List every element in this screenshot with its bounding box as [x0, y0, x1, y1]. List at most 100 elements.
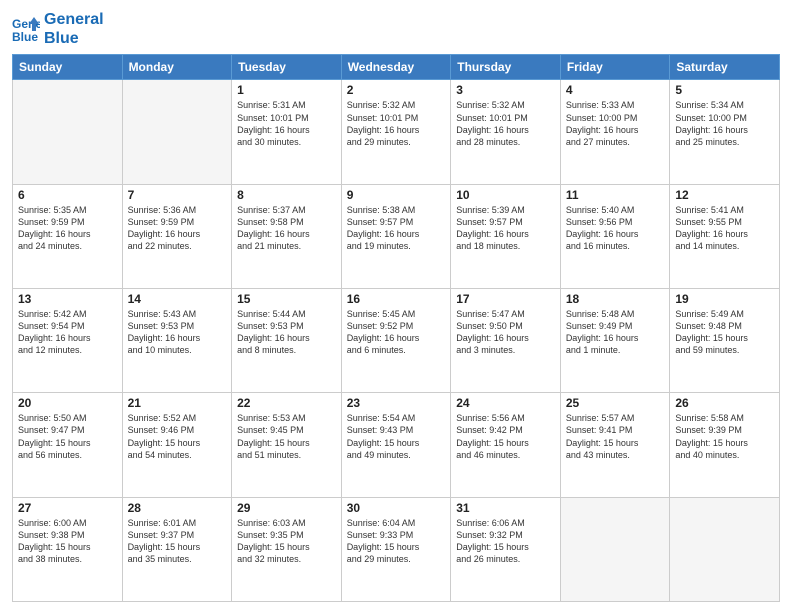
day-info: Sunrise: 5:57 AM Sunset: 9:41 PM Dayligh… — [566, 412, 665, 461]
day-info: Sunrise: 5:45 AM Sunset: 9:52 PM Dayligh… — [347, 308, 446, 357]
day-number: 2 — [347, 83, 446, 97]
week-row-3: 13Sunrise: 5:42 AM Sunset: 9:54 PM Dayli… — [13, 289, 780, 393]
day-info: Sunrise: 5:52 AM Sunset: 9:46 PM Dayligh… — [128, 412, 227, 461]
day-cell: 1Sunrise: 5:31 AM Sunset: 10:01 PM Dayli… — [232, 80, 342, 184]
page: General Blue General Blue SundayMondayTu… — [0, 0, 792, 612]
day-cell: 29 Sunrise: 6:03 AM Sunset: 9:35 PM Dayli… — [232, 497, 342, 601]
day-info: Sunrise: 5:32 AM Sunset: 10:01 PM Daylig… — [347, 99, 446, 148]
day-cell: 28 Sunrise: 6:01 AM Sunset: 9:37 PM Dayli… — [122, 497, 232, 601]
weekday-tuesday: Tuesday — [232, 55, 342, 80]
day-info: Sunrise: 5:56 AM Sunset: 9:42 PM Dayligh… — [456, 412, 555, 461]
day-number: 29 — [237, 501, 336, 515]
day-number: 14 — [128, 292, 227, 306]
day-number: 22 — [237, 396, 336, 410]
week-row-2: 6 Sunrise: 5:35 AM Sunset: 9:59 PM Daylig… — [13, 184, 780, 288]
header: General Blue General Blue — [12, 10, 780, 48]
day-number: 20 — [18, 396, 117, 410]
day-cell: 5 Sunrise: 5:34 AM Sunset: 10:00 PM Dayli… — [670, 80, 780, 184]
day-number: 28 — [128, 501, 227, 515]
calendar-table: SundayMondayTuesdayWednesdayThursdayFrid… — [12, 54, 780, 602]
day-info: Sunrise: 6:06 AM Sunset: 9:32 PM Dayligh… — [456, 517, 555, 566]
day-cell: 15 Sunrise: 5:44 AM Sunset: 9:53 PM Dayli… — [232, 289, 342, 393]
day-number: 31 — [456, 501, 555, 515]
day-info: Sunrise: 5:31 AM Sunset: 10:01 PM Daylig… — [237, 99, 336, 148]
day-cell: 25 Sunrise: 5:57 AM Sunset: 9:41 PM Dayli… — [560, 393, 670, 497]
logo-icon: General Blue — [12, 15, 40, 43]
day-info: Sunrise: 5:36 AM Sunset: 9:59 PM Dayligh… — [128, 204, 227, 253]
day-cell: 6 Sunrise: 5:35 AM Sunset: 9:59 PM Daylig… — [13, 184, 123, 288]
day-number: 8 — [237, 188, 336, 202]
day-number: 27 — [18, 501, 117, 515]
day-cell: 7 Sunrise: 5:36 AM Sunset: 9:59 PM Daylig… — [122, 184, 232, 288]
day-number: 10 — [456, 188, 555, 202]
weekday-sunday: Sunday — [13, 55, 123, 80]
day-cell: 2 Sunrise: 5:32 AM Sunset: 10:01 PM Dayli… — [341, 80, 451, 184]
day-info: Sunrise: 5:43 AM Sunset: 9:53 PM Dayligh… — [128, 308, 227, 357]
day-cell: 20Sunrise: 5:50 AM Sunset: 9:47 PM Dayli… — [13, 393, 123, 497]
logo-blue: Blue — [44, 29, 104, 48]
weekday-header-row: SundayMondayTuesdayWednesdayThursdayFrid… — [13, 55, 780, 80]
day-number: 25 — [566, 396, 665, 410]
day-cell: 26Sunrise: 5:58 AM Sunset: 9:39 PM Dayli… — [670, 393, 780, 497]
day-cell: 4 Sunrise: 5:33 AM Sunset: 10:00 PM Dayli… — [560, 80, 670, 184]
day-cell: 10 Sunrise: 5:39 AM Sunset: 9:57 PM Dayli… — [451, 184, 561, 288]
day-number: 16 — [347, 292, 446, 306]
day-info: Sunrise: 5:41 AM Sunset: 9:55 PM Dayligh… — [675, 204, 774, 253]
svg-text:Blue: Blue — [12, 30, 38, 43]
day-number: 12 — [675, 188, 774, 202]
weekday-monday: Monday — [122, 55, 232, 80]
day-cell: 31 Sunrise: 6:06 AM Sunset: 9:32 PM Dayli… — [451, 497, 561, 601]
day-cell: 9 Sunrise: 5:38 AM Sunset: 9:57 PM Daylig… — [341, 184, 451, 288]
day-cell: 3 Sunrise: 5:32 AM Sunset: 10:01 PM Dayli… — [451, 80, 561, 184]
day-cell: 13Sunrise: 5:42 AM Sunset: 9:54 PM Dayli… — [13, 289, 123, 393]
day-number: 4 — [566, 83, 665, 97]
day-number: 5 — [675, 83, 774, 97]
day-cell: 14 Sunrise: 5:43 AM Sunset: 9:53 PM Dayli… — [122, 289, 232, 393]
day-info: Sunrise: 5:54 AM Sunset: 9:43 PM Dayligh… — [347, 412, 446, 461]
day-number: 15 — [237, 292, 336, 306]
day-info: Sunrise: 5:39 AM Sunset: 9:57 PM Dayligh… — [456, 204, 555, 253]
week-row-1: 1Sunrise: 5:31 AM Sunset: 10:01 PM Dayli… — [13, 80, 780, 184]
day-info: Sunrise: 5:35 AM Sunset: 9:59 PM Dayligh… — [18, 204, 117, 253]
day-cell: 23 Sunrise: 5:54 AM Sunset: 9:43 PM Dayli… — [341, 393, 451, 497]
day-info: Sunrise: 5:32 AM Sunset: 10:01 PM Daylig… — [456, 99, 555, 148]
day-info: Sunrise: 5:49 AM Sunset: 9:48 PM Dayligh… — [675, 308, 774, 357]
weekday-wednesday: Wednesday — [341, 55, 451, 80]
day-number: 6 — [18, 188, 117, 202]
day-cell: 22 Sunrise: 5:53 AM Sunset: 9:45 PM Dayli… — [232, 393, 342, 497]
weekday-friday: Friday — [560, 55, 670, 80]
day-number: 18 — [566, 292, 665, 306]
day-number: 9 — [347, 188, 446, 202]
day-info: Sunrise: 5:44 AM Sunset: 9:53 PM Dayligh… — [237, 308, 336, 357]
day-number: 11 — [566, 188, 665, 202]
day-info: Sunrise: 6:01 AM Sunset: 9:37 PM Dayligh… — [128, 517, 227, 566]
day-number: 19 — [675, 292, 774, 306]
day-cell: 11Sunrise: 5:40 AM Sunset: 9:56 PM Dayli… — [560, 184, 670, 288]
day-info: Sunrise: 5:33 AM Sunset: 10:00 PM Daylig… — [566, 99, 665, 148]
day-cell: 30Sunrise: 6:04 AM Sunset: 9:33 PM Dayli… — [341, 497, 451, 601]
day-cell: 16 Sunrise: 5:45 AM Sunset: 9:52 PM Dayli… — [341, 289, 451, 393]
day-number: 7 — [128, 188, 227, 202]
day-info: Sunrise: 5:53 AM Sunset: 9:45 PM Dayligh… — [237, 412, 336, 461]
week-row-5: 27 Sunrise: 6:00 AM Sunset: 9:38 PM Dayli… — [13, 497, 780, 601]
day-cell — [560, 497, 670, 601]
day-info: Sunrise: 5:48 AM Sunset: 9:49 PM Dayligh… — [566, 308, 665, 357]
day-number: 17 — [456, 292, 555, 306]
day-number: 23 — [347, 396, 446, 410]
day-cell: 27 Sunrise: 6:00 AM Sunset: 9:38 PM Dayli… — [13, 497, 123, 601]
day-info: Sunrise: 5:47 AM Sunset: 9:50 PM Dayligh… — [456, 308, 555, 357]
day-cell: 8 Sunrise: 5:37 AM Sunset: 9:58 PM Daylig… — [232, 184, 342, 288]
day-number: 3 — [456, 83, 555, 97]
weekday-saturday: Saturday — [670, 55, 780, 80]
day-cell: 17 Sunrise: 5:47 AM Sunset: 9:50 PM Dayli… — [451, 289, 561, 393]
day-cell: 12 Sunrise: 5:41 AM Sunset: 9:55 PM Dayli… — [670, 184, 780, 288]
day-info: Sunrise: 5:37 AM Sunset: 9:58 PM Dayligh… — [237, 204, 336, 253]
day-info: Sunrise: 6:03 AM Sunset: 9:35 PM Dayligh… — [237, 517, 336, 566]
day-info: Sunrise: 5:34 AM Sunset: 10:00 PM Daylig… — [675, 99, 774, 148]
day-info: Sunrise: 5:42 AM Sunset: 9:54 PM Dayligh… — [18, 308, 117, 357]
day-info: Sunrise: 6:04 AM Sunset: 9:33 PM Dayligh… — [347, 517, 446, 566]
logo: General Blue General Blue — [12, 10, 104, 48]
day-info: Sunrise: 5:38 AM Sunset: 9:57 PM Dayligh… — [347, 204, 446, 253]
day-cell — [670, 497, 780, 601]
day-info: Sunrise: 6:00 AM Sunset: 9:38 PM Dayligh… — [18, 517, 117, 566]
